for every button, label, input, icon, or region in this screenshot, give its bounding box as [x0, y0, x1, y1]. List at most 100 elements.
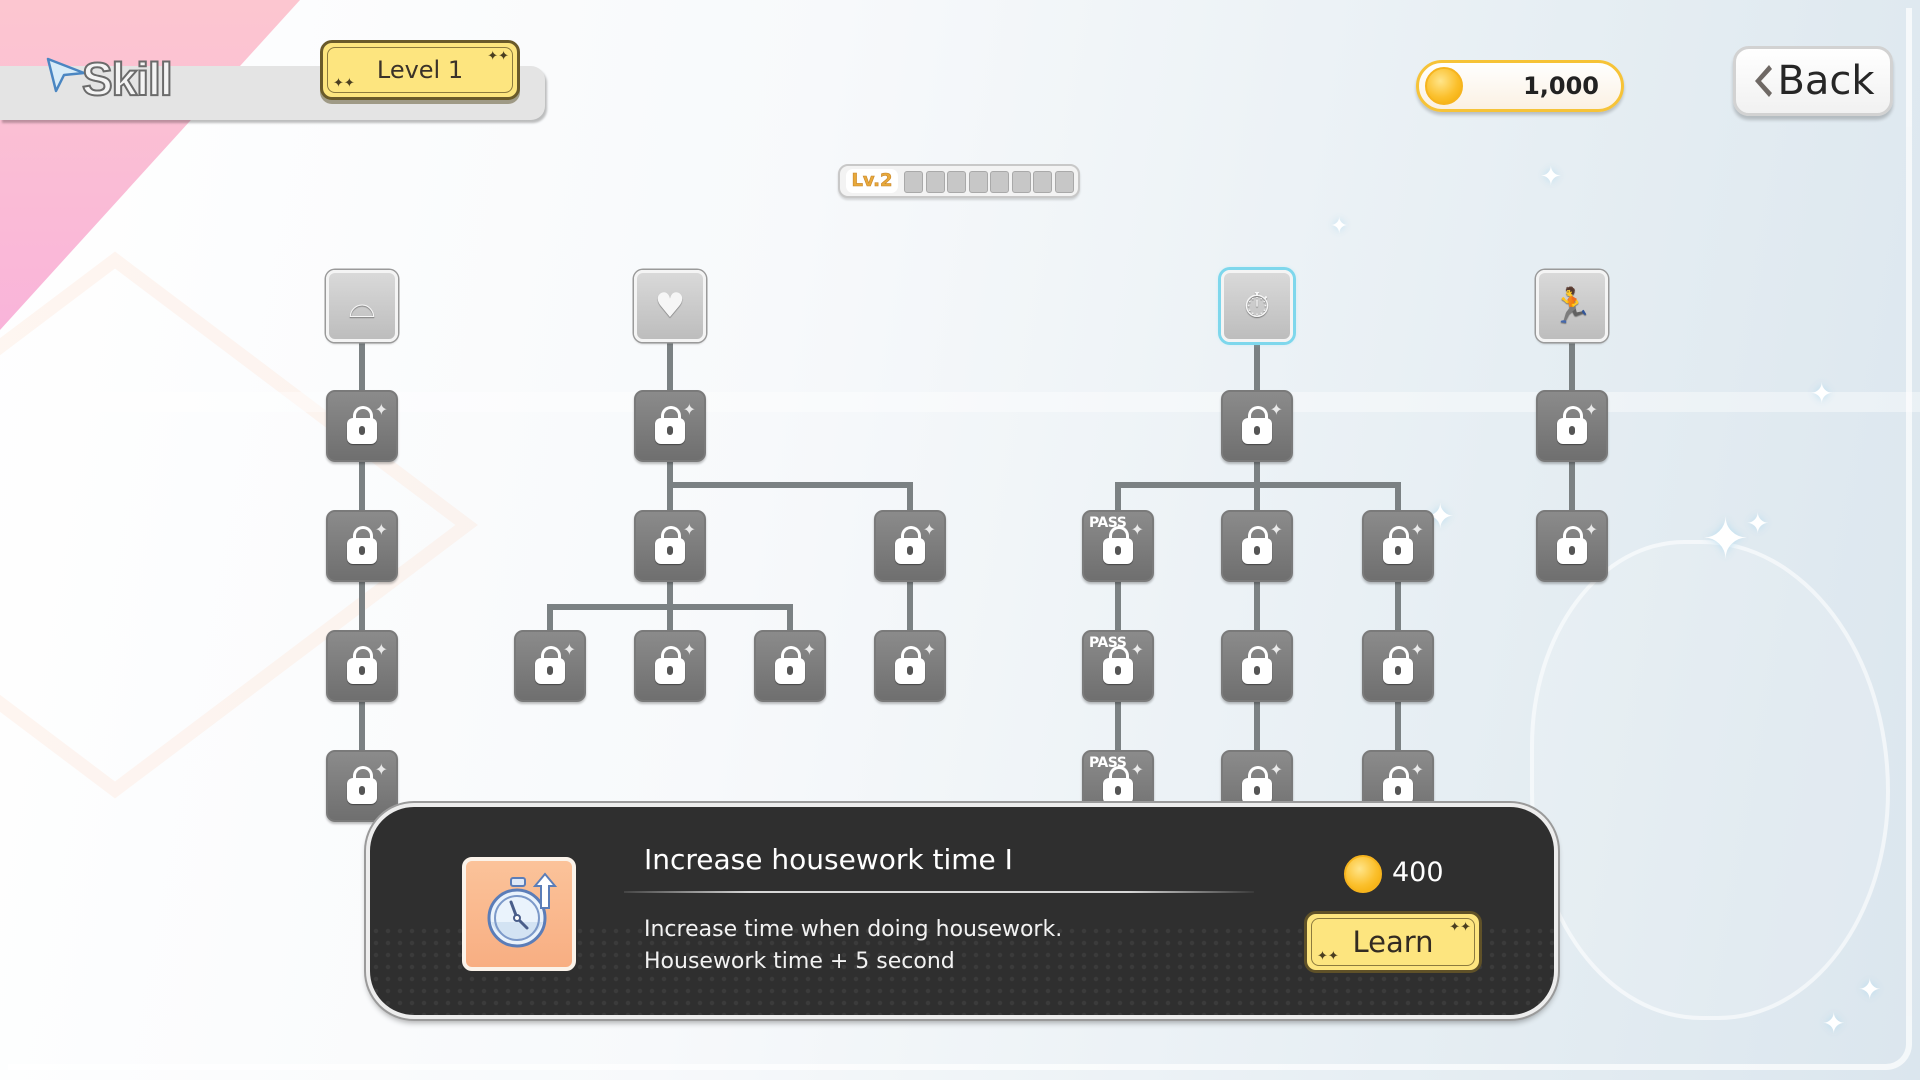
sparkle-icon: ✦ [1540, 162, 1562, 192]
skill-node-laundry-2[interactable]: ✦ [326, 510, 398, 582]
gift-box-icon: ✦ [922, 640, 936, 659]
character-heart-icon: ✦ [802, 640, 816, 659]
learn-label: Learn [1352, 925, 1434, 959]
hand-coin-icon: ✦ [1410, 760, 1424, 779]
skill-node-affection-3a[interactable]: ✦ [514, 630, 586, 702]
back-button[interactable]: Back [1733, 46, 1893, 116]
coin-balance: 1,000 [1416, 60, 1624, 112]
heart-up-icon: ♥ [654, 286, 686, 326]
tree-connector [547, 604, 793, 610]
skill-node-laundry-1[interactable]: ✦ [326, 390, 398, 462]
sparkle-icon: ✦✦ [487, 49, 509, 64]
tree-connector [1115, 482, 1401, 488]
skill-node-affection-3d[interactable]: ✦ [874, 630, 946, 702]
skill-node-time-2b[interactable]: ✦ [1221, 510, 1293, 582]
character-heart-icon: ✦ [682, 640, 696, 659]
skill-info-panel: Increase housework time I Increase time … [366, 803, 1558, 1019]
page-title: Skill [81, 52, 174, 106]
lock-icon [1557, 406, 1587, 444]
sparkle-icon: ✦✦ [1449, 920, 1471, 935]
sparkle-icon: ✦ [1858, 973, 1882, 1006]
skill-name: Increase housework time I [644, 843, 1013, 876]
lock-icon [655, 646, 685, 684]
lock-icon [1383, 646, 1413, 684]
heart-glow-icon: ✦ [682, 520, 696, 539]
stopwatch-up-icon: ✦ [1269, 520, 1283, 539]
lock-icon [347, 766, 377, 804]
skill-node-speed-1[interactable]: ✦ [1536, 390, 1608, 462]
lock-icon [1103, 526, 1133, 564]
progress-segment [904, 171, 923, 193]
skill-node-affection-2b[interactable]: ✦ [874, 510, 946, 582]
stopwatch-icon [487, 872, 558, 948]
tree-connector [667, 482, 913, 488]
lock-icon [1103, 646, 1133, 684]
hand-up-icon: ✦ [1410, 640, 1424, 659]
progress-segment [968, 171, 988, 193]
skill-node-time-3c[interactable]: ✦ [1362, 630, 1434, 702]
skill-node-time-1[interactable]: ✦ [1221, 390, 1293, 462]
progress-segment [1054, 171, 1074, 193]
sparkle-icon: ✦ [1702, 507, 1749, 572]
laundry-sleep-icon: ✦ [374, 760, 388, 779]
skill-node-time-root[interactable]: ⏱ [1221, 270, 1293, 342]
skill-node-speed-root[interactable]: 🏃 [1536, 270, 1608, 342]
laundry-icon: ✦ [374, 400, 388, 419]
stopwatch-up-icon: ✦ [1269, 400, 1283, 419]
lock-icon [655, 526, 685, 564]
folded-towel-icon: ⌓ [348, 286, 376, 326]
skill-node-time-2c[interactable]: ✦ [1362, 510, 1434, 582]
stopwatch-shine-icon: ✦ [1269, 760, 1283, 779]
lock-icon [347, 646, 377, 684]
lock-icon [1103, 766, 1133, 804]
skill-node-affection-1[interactable]: ✦ [634, 390, 706, 462]
skill-description-line1: Increase time when doing housework. [644, 917, 1063, 942]
lock-icon [1242, 766, 1272, 804]
heart-sparkle-icon: ✦ [682, 400, 696, 419]
item-pass-icon: ✦ [1130, 760, 1144, 779]
skill-node-laundry-root[interactable]: ⌓ [326, 270, 398, 342]
coin-icon [1344, 855, 1382, 893]
lock-icon [347, 526, 377, 564]
sparkle-icon: ✦ [1810, 377, 1834, 410]
sparkle-icon: ✦✦ [333, 76, 355, 91]
skill-node-affection-3c[interactable]: ✦ [754, 630, 826, 702]
laundry-shine-icon: ✦ [374, 640, 388, 659]
skill-node-affection-root[interactable]: ♥ [634, 270, 706, 342]
skill-node-time-3a[interactable]: ✦ PASS [1082, 630, 1154, 702]
coin-icon [1425, 67, 1463, 105]
divider [624, 891, 1254, 893]
character-pass-icon: ✦ [1130, 640, 1144, 659]
skill-level-progress: Lv.2 [838, 164, 1080, 198]
skill-node-speed-2[interactable]: ✦ [1536, 510, 1608, 582]
hand-up-icon: ✦ [1410, 520, 1424, 539]
skill-node-laundry-3[interactable]: ✦ [326, 630, 398, 702]
back-label: Back [1777, 58, 1875, 104]
lock-icon [535, 646, 565, 684]
sparkle-icon: ✦ [1822, 1007, 1846, 1040]
running-fast-icon: ✦ [1584, 520, 1598, 539]
lock-icon [655, 406, 685, 444]
lock-icon [775, 646, 805, 684]
level-badge: ✦✦ Level 1 ✦✦ [320, 40, 520, 100]
progress-segment [925, 171, 945, 193]
sparkle-icon: ✦✦ [1317, 949, 1339, 964]
skill-node-affection-2[interactable]: ✦ [634, 510, 706, 582]
gift-icon: ✦ [922, 520, 936, 539]
character-heart-icon: ✦ [562, 640, 576, 659]
skill-description-line2: Housework time + 5 second [644, 949, 955, 974]
chevron-left-icon [1755, 65, 1773, 97]
skill-level-label: Lv.2 [846, 169, 898, 193]
skill-node-affection-3b[interactable]: ✦ [634, 630, 706, 702]
progress-segment [947, 171, 966, 193]
learn-button[interactable]: ✦✦ Learn ✦✦ [1304, 911, 1482, 973]
sparkle-icon: ✦ [1746, 507, 1770, 540]
lock-icon [1242, 526, 1272, 564]
skill-node-time-2a[interactable]: ✦ PASS [1082, 510, 1154, 582]
cursor-arrow-icon [46, 57, 86, 93]
level-label: Level 1 [376, 56, 464, 84]
lock-icon [895, 526, 925, 564]
lock-icon [895, 646, 925, 684]
progress-segment [1033, 171, 1052, 193]
skill-node-time-3b[interactable]: ✦ [1221, 630, 1293, 702]
